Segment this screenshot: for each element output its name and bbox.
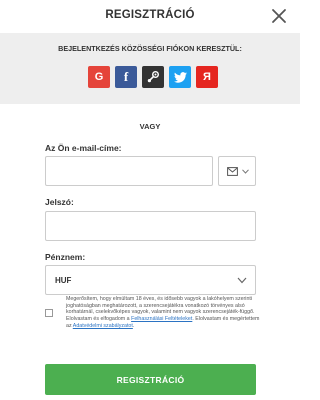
chevron-down-icon — [242, 169, 249, 174]
yandex-icon: Я — [203, 71, 211, 83]
envelope-icon — [227, 167, 238, 176]
google-icon: G — [94, 71, 104, 83]
close-icon[interactable] — [271, 8, 287, 24]
register-button[interactable]: REGISZTRÁCIÓ — [45, 364, 256, 395]
email-type-dropdown[interactable] — [218, 156, 256, 186]
or-divider: VAGY — [139, 122, 161, 131]
modal-header: REGISZTRÁCIÓ — [0, 0, 300, 33]
currency-label: Pénznem: — [45, 252, 86, 262]
steam-icon — [147, 71, 159, 83]
consent-text-3: . — [132, 322, 135, 329]
email-field[interactable] — [45, 156, 213, 186]
currency-select[interactable]: HUF — [45, 265, 256, 295]
terms-link[interactable]: Felhasználási Feltételeket — [131, 316, 192, 322]
modal-title: REGISZTRÁCIÓ — [105, 9, 195, 21]
terms-checkbox[interactable] — [45, 309, 53, 317]
twitter-login-button[interactable] — [169, 66, 191, 88]
privacy-link[interactable]: Adatvédelmi szabályzatot — [73, 323, 133, 329]
yandex-login-button[interactable]: Я — [196, 66, 218, 88]
facebook-login-button[interactable]: f — [115, 66, 137, 88]
email-label: Az Ön e-mail-címe: — [45, 143, 122, 153]
google-login-button[interactable]: G — [88, 66, 110, 88]
facebook-icon: f — [123, 69, 129, 84]
currency-value: HUF — [55, 276, 72, 285]
password-label: Jelszó: — [45, 197, 74, 207]
social-login-panel: BEJELENTKEZÉS KÖZÖSSÉGI FIÓKON KERESZTÜL… — [0, 33, 300, 104]
steam-login-button[interactable] — [142, 66, 164, 88]
password-field[interactable] — [45, 211, 256, 241]
terms-consent-text: Megerősítem, hogy elmúltam 18 éves, és i… — [66, 296, 262, 330]
social-login-title: BEJELENTKEZÉS KÖZÖSSÉGI FIÓKON KERESZTÜL… — [58, 44, 242, 53]
twitter-icon — [173, 71, 187, 83]
social-buttons: G f Я — [88, 66, 218, 88]
chevron-down-icon — [237, 277, 247, 284]
